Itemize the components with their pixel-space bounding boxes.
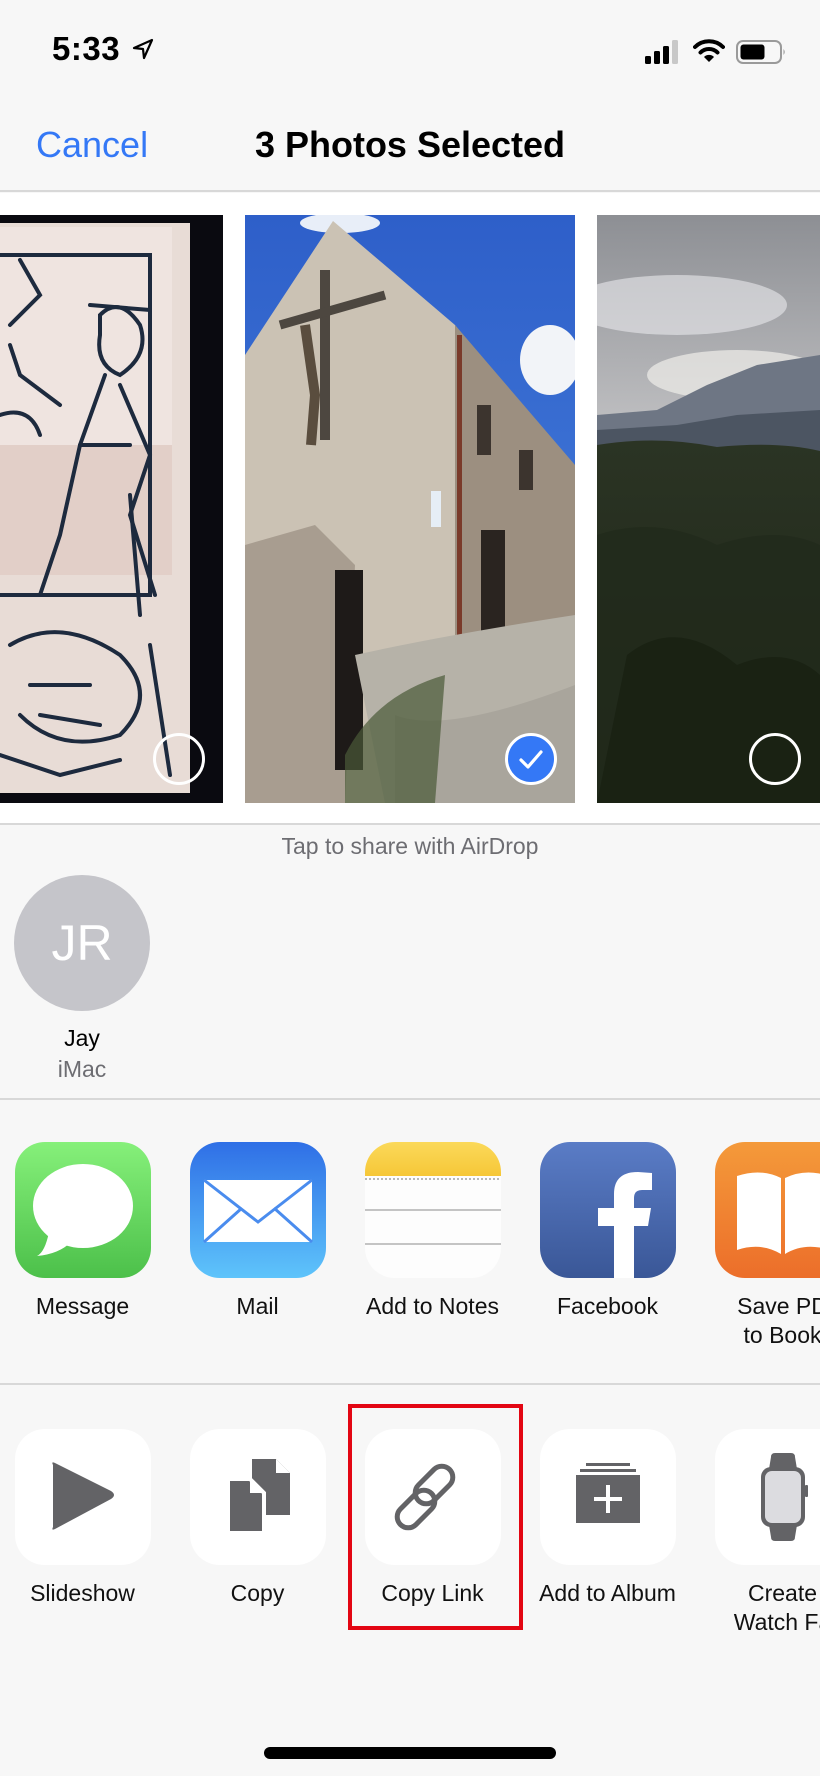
- action-add-to-album[interactable]: Add to Album: [520, 1429, 695, 1608]
- share-app-label: Message: [35, 1293, 130, 1319]
- mail-icon: [189, 1142, 326, 1278]
- photo-strip[interactable]: [0, 193, 820, 825]
- add-to-album-icon: [539, 1429, 676, 1565]
- copy-documents-icon: [189, 1429, 326, 1565]
- action-label: Create Watch Fa: [733, 1580, 820, 1635]
- play-icon: [14, 1429, 151, 1565]
- action-label: Slideshow: [30, 1580, 135, 1606]
- wifi-icon: [693, 39, 725, 62]
- airdrop-person[interactable]: JR Jay iMac: [14, 875, 150, 1083]
- facebook-icon: [539, 1142, 676, 1278]
- share-apps-row[interactable]: Message Mail Add to Notes Facebook Save …: [0, 1102, 820, 1385]
- battery-icon: [736, 40, 785, 64]
- cellular-signal-icon: [645, 40, 678, 64]
- page-title: 3 Photos Selected: [254, 124, 566, 165]
- photo-thumbnail-house[interactable]: [245, 215, 575, 803]
- woodcut-photo-image: [0, 215, 223, 803]
- nav-bar: Cancel 3 Photos Selected: [0, 100, 820, 192]
- photo-select-toggle[interactable]: [505, 733, 557, 785]
- action-label: Add to Album: [539, 1580, 676, 1606]
- share-app-books[interactable]: Save PD to Book: [695, 1142, 820, 1350]
- action-slideshow[interactable]: Slideshow: [0, 1429, 170, 1608]
- avatar: JR: [14, 875, 150, 1011]
- action-copy[interactable]: Copy: [170, 1429, 345, 1608]
- share-app-label: Facebook: [556, 1293, 658, 1319]
- forest-photo-image: [597, 215, 820, 803]
- books-icon: [714, 1142, 820, 1278]
- status-bar: 5:33: [0, 0, 820, 100]
- share-app-message[interactable]: Message: [0, 1142, 170, 1321]
- share-app-facebook[interactable]: Facebook: [520, 1142, 695, 1321]
- action-create-watch-face[interactable]: Create Watch Fa: [695, 1429, 820, 1637]
- action-label: Copy Link: [381, 1580, 484, 1606]
- share-app-mail[interactable]: Mail: [170, 1142, 345, 1321]
- location-arrow-icon: [132, 38, 154, 60]
- link-icon: [364, 1429, 501, 1565]
- house-photo-image: [245, 215, 575, 803]
- action-label: Copy: [230, 1580, 285, 1606]
- person-device: iMac: [57, 1056, 107, 1082]
- photo-thumbnail-woodcut[interactable]: [0, 215, 223, 803]
- status-time: 5:33: [52, 30, 121, 67]
- share-app-label: Save PD to Book: [737, 1293, 820, 1348]
- airdrop-section: Tap to share with AirDrop JR Jay iMac: [0, 827, 820, 1100]
- notes-icon: [364, 1142, 501, 1278]
- airdrop-hint: Tap to share with AirDrop: [281, 833, 539, 859]
- share-app-notes[interactable]: Add to Notes: [345, 1142, 520, 1321]
- home-indicator[interactable]: [264, 1747, 556, 1759]
- photo-select-toggle[interactable]: [153, 733, 205, 785]
- photo-thumbnail-forest[interactable]: [597, 215, 820, 803]
- action-copy-link[interactable]: Copy Link: [345, 1429, 520, 1608]
- messages-icon: [14, 1142, 151, 1278]
- apple-watch-icon: [714, 1429, 820, 1565]
- photo-select-toggle[interactable]: [749, 733, 801, 785]
- share-app-label: Mail: [236, 1293, 279, 1319]
- person-name: Jay: [64, 1025, 100, 1051]
- checkmark-icon: [519, 750, 543, 769]
- actions-row[interactable]: Slideshow Copy Copy Link Add to Album Cr…: [0, 1387, 820, 1687]
- share-app-label: Add to Notes: [366, 1293, 499, 1319]
